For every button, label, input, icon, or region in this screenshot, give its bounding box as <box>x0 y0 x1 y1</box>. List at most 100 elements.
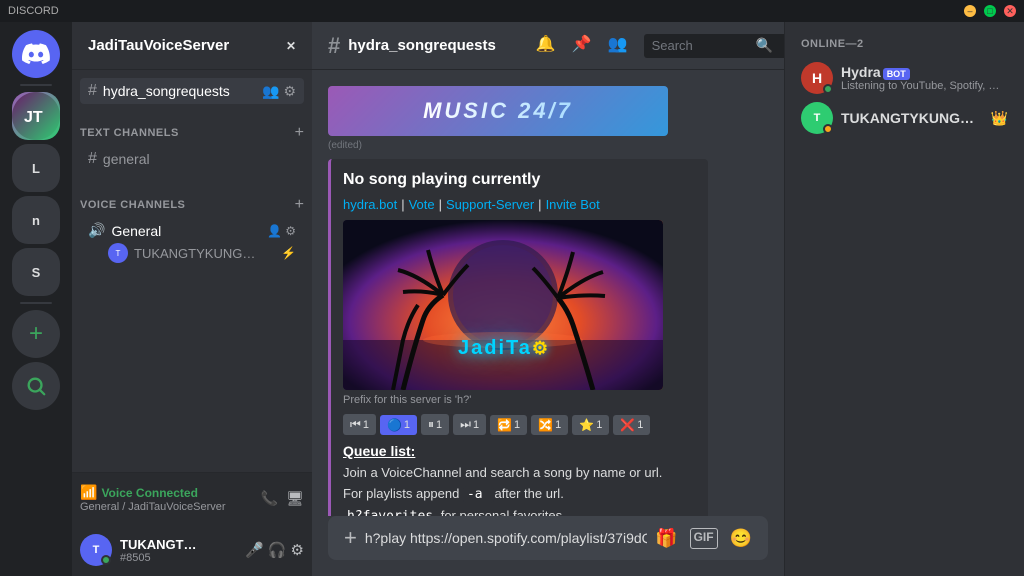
channel-sidebar: JadiTauVoiceServer ✕ # hydra_songrequest… <box>72 22 312 576</box>
channel-item-hydra[interactable]: # hydra_songrequests 👥 ⚙ <box>80 78 304 104</box>
members-icon[interactable]: 👥 <box>608 34 628 58</box>
chat-header-hash-icon: # <box>328 33 340 59</box>
user-status-dot <box>101 555 111 565</box>
search-bar[interactable]: 🔍 <box>644 34 784 58</box>
server-icon-l[interactable]: L <box>12 144 60 192</box>
gif-button[interactable]: GIF <box>690 528 718 549</box>
player-controls: ⏮ 1 🔵 1 ⏸ 1 ⏭ 1 🔁 1 🔀 1 ⭐ 1 ❌ 1 <box>343 414 696 435</box>
bot-message-card: No song playing currently hydra.bot | Vo… <box>328 159 708 516</box>
svg-text:JT: JT <box>24 109 43 126</box>
member-avatar-hydra: H <box>801 62 833 94</box>
screen-share-icon[interactable]: 🖥 <box>286 490 304 507</box>
pause-button[interactable]: ⏸ 1 <box>421 414 449 435</box>
voice-status-info: 📶 Voice Connected General / JadiTauVoice… <box>80 484 261 513</box>
members-icon: 👥 <box>262 83 279 100</box>
app-name: DISCORD <box>8 5 59 17</box>
shuffle-button[interactable]: 🔀 1 <box>531 415 568 435</box>
album-art: JadiTa⚙ <box>343 220 663 390</box>
voice-user-avatar: T <box>108 243 128 263</box>
support-server-link[interactable]: Support-Server <box>446 197 534 212</box>
search-icon: 🔍 <box>756 37 773 54</box>
member-name-tukang: TUKANGTYKUNG… <box>841 110 983 126</box>
hydra-bot-link[interactable]: hydra.bot <box>343 197 397 212</box>
invite-bot-link[interactable]: Invite Bot <box>546 197 600 212</box>
emoji-button[interactable]: 😊 <box>730 528 752 549</box>
online-header: ONLINE—2 <box>785 38 1024 58</box>
member-item-hydra[interactable]: H HydraBOT Listening to YouTube, Spotify… <box>785 58 1024 98</box>
server-header[interactable]: JadiTauVoiceServer ✕ <box>72 22 312 70</box>
text-channels-label[interactable]: TEXT CHANNELS <box>80 127 179 139</box>
star-button[interactable]: ⭐ 1 <box>572 415 609 435</box>
voice-connected: 📶 Voice Connected <box>80 484 261 501</box>
settings-icon: ⚙ <box>283 83 296 100</box>
channel-item-general[interactable]: # general <box>80 146 304 172</box>
album-art-text: JadiTa⚙ <box>458 334 548 360</box>
chat-input[interactable] <box>365 530 647 546</box>
close-btn[interactable]: ✕ <box>1004 5 1016 17</box>
voice-user-icons: ⚡ <box>281 246 296 260</box>
voice-channels-label[interactable]: VOICE CHANNELS <box>80 199 185 211</box>
server-icon-s[interactable]: S <box>12 248 60 296</box>
voice-channel-general[interactable]: 🔊 General 👤 ⚙ T TUKANGTYKUNG… ⚡ <box>80 218 304 269</box>
server-header-chevron-icon: ✕ <box>286 39 296 53</box>
stop-button[interactable]: ❌ 1 <box>613 415 650 435</box>
add-attachment-button[interactable]: + <box>344 525 357 551</box>
chat-input-icons: 🎁 GIF 😊 <box>655 528 752 549</box>
bell-icon[interactable]: 🔔 <box>536 34 556 58</box>
member-name-hydra: HydraBOT <box>841 64 1008 80</box>
discord-home-button[interactable] <box>12 30 60 78</box>
voice-controls: 📞 🖥 <box>261 490 304 507</box>
no-song-title: No song playing currently <box>343 171 696 189</box>
discover-servers-button[interactable] <box>12 362 60 410</box>
prev-button[interactable]: ⏮ 1 <box>343 414 376 435</box>
voice-channels-category: VOICE CHANNELS + <box>72 180 312 218</box>
user-settings-button[interactable]: ⚙ <box>291 541 304 559</box>
server-icon-jaditau[interactable]: JT <box>12 92 60 140</box>
edited-label: (edited) <box>328 140 668 151</box>
phone-icon[interactable]: 📞 <box>261 490 278 507</box>
prefix-text: Prefix for this server is 'h?' <box>343 394 696 406</box>
chat-channel-name: hydra_songrequests <box>348 37 496 54</box>
member-avatar-tukang: T <box>801 102 833 134</box>
repeat-button[interactable]: 🔁 1 <box>490 415 527 435</box>
server-divider-2 <box>20 302 52 304</box>
chat-main: # hydra_songrequests ▶️ = Pause/Resume a… <box>312 22 784 576</box>
server-letter-n: n <box>32 213 40 228</box>
speaker-icon: 🔊 <box>88 222 105 239</box>
hydra-status-dot <box>823 84 833 94</box>
member-info-tukang: TUKANGTYKUNG… <box>841 110 983 126</box>
mute-button[interactable]: 🎤 <box>245 541 264 559</box>
maximize-btn[interactable]: □ <box>984 5 996 17</box>
minimize-btn[interactable]: – <box>964 5 976 17</box>
music-banner-container: MUSIC 24/7 (edited) <box>328 86 668 159</box>
text-channels-category: TEXT CHANNELS + <box>72 108 312 146</box>
blue-button[interactable]: 🔵 1 <box>380 415 417 435</box>
voice-connected-server: General / JadiTauVoiceServer <box>80 501 261 513</box>
next-button[interactable]: ⏭ 1 <box>453 414 486 435</box>
chat-input-box: + 🎁 GIF 😊 <box>328 516 768 560</box>
chat-messages: MUSIC 24/7 (edited) No song playing curr… <box>312 70 784 516</box>
channel-name-general: general <box>103 151 150 167</box>
user-avatar: T <box>80 534 112 566</box>
add-server-button[interactable]: + <box>12 310 60 358</box>
titlebar-controls[interactable]: – □ ✕ <box>964 5 1016 17</box>
right-sidebar: ONLINE—2 H HydraBOT Listening to YouTube… <box>784 22 1024 576</box>
member-status-hydra: Listening to YouTube, Spotify, … <box>841 80 1008 92</box>
server-icon-n[interactable]: n <box>12 196 60 244</box>
gift-button[interactable]: 🎁 <box>655 528 677 549</box>
search-input[interactable] <box>652 38 752 53</box>
member-item-tukang[interactable]: T TUKANGTYKUNG… 👑 <box>785 98 1024 138</box>
server-letter-s: S <box>32 265 41 280</box>
voice-status-bar: 📶 Voice Connected General / JadiTauVoice… <box>72 472 312 524</box>
channel-name-hydra: hydra_songrequests <box>103 83 230 99</box>
deafen-button[interactable]: 🎧 <box>268 541 287 559</box>
vote-link[interactable]: Vote <box>409 197 435 212</box>
pin-icon[interactable]: 📌 <box>572 34 592 58</box>
add-text-channel-button[interactable]: + <box>295 124 304 142</box>
add-voice-channel-button[interactable]: + <box>295 196 304 214</box>
tukang-status-dot <box>823 124 833 134</box>
server-letter-l: L <box>32 161 40 176</box>
user-controls[interactable]: 🎤 🎧 ⚙ <box>245 541 304 559</box>
channel-hash-icon: # <box>88 82 97 100</box>
user-info: TUKANGT… #8505 <box>120 537 237 564</box>
